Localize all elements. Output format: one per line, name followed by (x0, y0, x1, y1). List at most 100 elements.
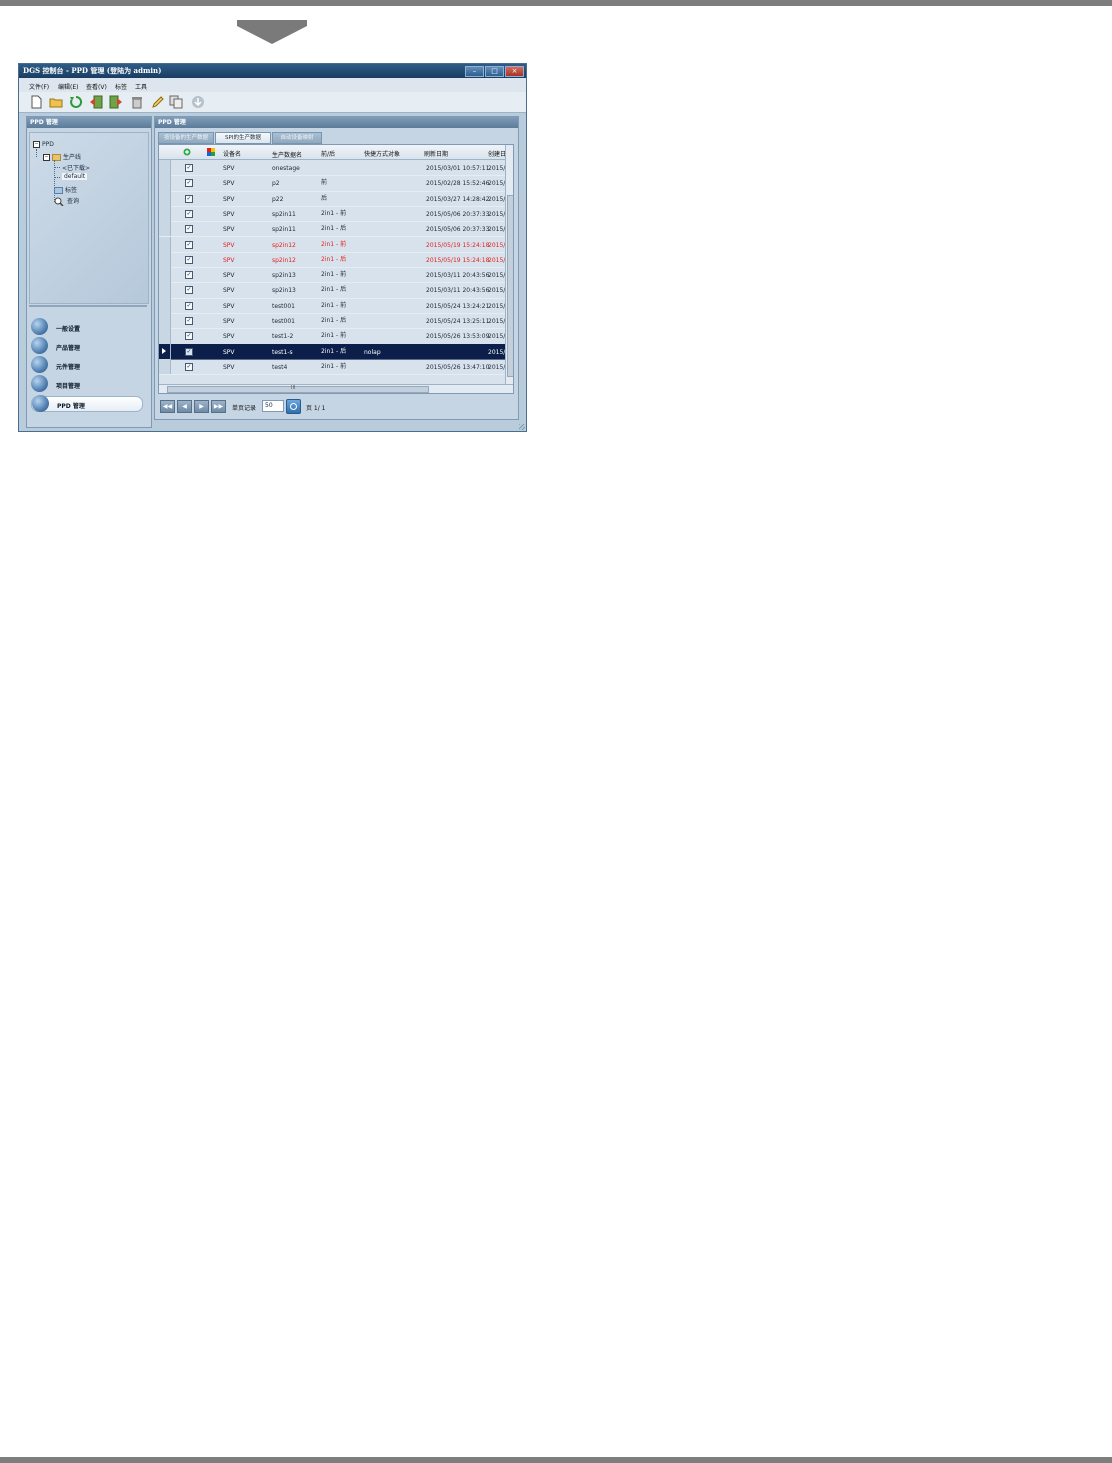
row-checkbox[interactable]: ✓ (185, 240, 193, 249)
tree-node-production-line[interactable]: − 生产线 (43, 152, 81, 161)
nav-product-management[interactable]: 产品管理 (31, 337, 141, 354)
copy-icon[interactable] (169, 95, 183, 109)
row-checkbox[interactable]: ✓ (185, 209, 193, 218)
tree-node-label: PPD (42, 141, 54, 148)
menu-tools[interactable]: 工具 (135, 82, 147, 91)
first-page-button[interactable]: ◀◀ (160, 400, 175, 413)
nav-component-management[interactable]: 元件管理 (31, 356, 141, 373)
column-header-refresh-date[interactable]: 刷新日期 (424, 149, 448, 158)
row-header[interactable] (159, 267, 171, 283)
table-row[interactable]: ✓ SPV test4 2in1 - 前 2015/05/26 13:47:10 2015… (159, 358, 509, 376)
next-page-button[interactable]: ▶ (194, 400, 209, 413)
cell-refresh: 2015/03/11 20:43:56 (426, 272, 490, 280)
new-icon[interactable] (29, 95, 43, 109)
minimize-button[interactable]: – (465, 66, 484, 77)
tree-node-downloaded[interactable]: <已下载> (62, 163, 90, 172)
download-icon[interactable] (191, 95, 205, 109)
export-icon[interactable] (109, 95, 123, 109)
cell-device: SPV (223, 318, 235, 325)
tree-node-tag[interactable]: 标签 (54, 185, 77, 194)
row-checkbox[interactable]: ✓ (185, 286, 193, 295)
color-palette-icon[interactable] (207, 148, 215, 156)
collapse-icon[interactable]: − (33, 141, 40, 148)
tab-device-production-data[interactable]: 按设备的生产数据 (158, 132, 214, 144)
horizontal-scrollbar[interactable]: III (159, 384, 513, 393)
edit-icon[interactable] (151, 95, 165, 109)
row-header[interactable] (159, 358, 171, 375)
import-icon[interactable] (89, 95, 103, 109)
maximize-button[interactable]: □ (485, 66, 504, 77)
row-header[interactable] (159, 221, 171, 237)
table-row[interactable]: ✓ SPV test1-2 2in1 - 前 2015/05/26 13:53:09 20… (159, 328, 509, 345)
menu-file[interactable]: 文件(F) (29, 82, 49, 91)
row-header[interactable] (159, 190, 171, 206)
open-folder-icon[interactable] (49, 95, 63, 109)
row-checkbox[interactable]: ✓ (185, 362, 193, 371)
row-checkbox[interactable]: ✓ (185, 347, 193, 356)
table-row[interactable]: ✓ SPV sp2in11 2in1 - 后 2015/05/06 20:37:33 20… (159, 221, 509, 238)
row-header[interactable] (159, 251, 171, 268)
menu-tag[interactable]: 标签 (115, 82, 127, 91)
vertical-scrollbar[interactable] (505, 145, 513, 385)
table-row[interactable]: ✓ SPV sp2in13 2in1 - 后 2015/03/11 20:43:56 20… (159, 282, 509, 299)
row-checkbox[interactable]: ✓ (185, 271, 193, 280)
row-checkbox[interactable]: ✓ (185, 194, 193, 203)
tab-spi-production-data[interactable]: SPI的生产数据 (215, 132, 271, 144)
row-checkbox[interactable]: ✓ (185, 255, 193, 264)
tree-node-ppd[interactable]: − PPD (33, 141, 54, 148)
table-row[interactable]: ✓ SPV sp2in11 2in1 - 前 2015/05/06 20:37:33 20… (159, 205, 509, 223)
row-header[interactable] (159, 236, 171, 252)
table-row[interactable]: ✓ SPV test001 2in1 - 前 2015/05/24 13:24:21 20… (159, 297, 509, 314)
row-checkbox[interactable]: ✓ (185, 317, 193, 325)
row-header[interactable] (159, 328, 171, 344)
cell-name: test4 (272, 363, 288, 371)
row-header[interactable] (159, 205, 171, 222)
refresh-icon[interactable] (69, 95, 83, 109)
row-header[interactable] (159, 282, 171, 298)
last-page-button[interactable]: ▶▶ (211, 400, 226, 413)
row-checkbox[interactable]: ✓ (185, 301, 193, 310)
add-green-icon[interactable] (183, 148, 191, 156)
delete-icon[interactable] (130, 95, 144, 109)
close-button[interactable]: × (505, 66, 524, 77)
row-checkbox[interactable]: ✓ (185, 332, 193, 341)
table-row[interactable]: ✓ SPV sp2in13 2in1 - 前 2015/03/11 20:43:56 20… (159, 267, 509, 284)
menu-edit[interactable]: 编辑(E) (58, 82, 78, 91)
prev-page-button[interactable]: ◀ (177, 400, 192, 413)
column-header-production-data[interactable]: 生产数据名 (272, 150, 302, 159)
vertical-scroll-thumb[interactable] (507, 195, 513, 377)
table-row[interactable]: ✓ SPV sp2in12 2in1 - 前 2015/05/19 15:24:18 20… (159, 236, 509, 253)
row-checkbox[interactable]: ✓ (185, 164, 193, 172)
column-header-shortcut[interactable]: 快捷方式对象 (364, 149, 400, 158)
row-header[interactable] (159, 343, 171, 359)
row-header[interactable] (159, 160, 171, 176)
table-row[interactable]: ✓ SPV test1-s 2in1 - 后 nolap 2015/0 (159, 343, 509, 360)
refresh-page-button[interactable] (286, 399, 301, 414)
resize-grip-icon[interactable] (519, 424, 525, 430)
menu-view[interactable]: 查看(V) (86, 82, 107, 91)
row-checkbox[interactable]: ✓ (185, 179, 193, 188)
table-row[interactable]: ✓ SPV p22 后 2015/03/27 14:28:42 2015/0 (159, 190, 509, 207)
table-row[interactable]: ✓ SPV p2 前 2015/02/28 15:52:46 2015/0 (159, 175, 509, 192)
row-header[interactable] (159, 297, 171, 313)
collapse-icon[interactable]: − (43, 154, 50, 161)
row-checkbox[interactable]: ✓ (185, 225, 193, 234)
row-header[interactable] (159, 313, 171, 329)
nav-project-management[interactable]: 项目管理 (31, 375, 141, 392)
tree-node-default[interactable]: default (62, 173, 88, 180)
table-row[interactable]: ✓ SPV test001 2in1 - 后 2015/05/24 13:25:11 20… (159, 313, 509, 330)
table-row[interactable]: ✓ SPV onestage 2015/03/01 10:57:11 2015/0 (159, 160, 509, 177)
horizontal-scroll-thumb[interactable] (167, 386, 429, 393)
column-header-side[interactable]: 前/后 (321, 149, 335, 158)
tab-auto-device-mapping[interactable]: 自动设备映射 (272, 132, 322, 144)
column-header-device[interactable]: 设备名 (223, 149, 241, 158)
cell-name: p2 (272, 180, 280, 188)
nav-general-settings[interactable]: 一般设置 (31, 318, 141, 335)
per-page-input[interactable]: 50 (262, 400, 284, 412)
tree-node-query[interactable]: 查询 (54, 196, 79, 207)
nav-ppd-management[interactable]: PPD 管理 (31, 395, 143, 412)
table-row[interactable]: ✓ SPV sp2in12 2in1 - 后 2015/05/19 15:24:18 20… (159, 251, 509, 269)
panel-divider[interactable] (29, 305, 147, 307)
row-header[interactable] (159, 175, 171, 191)
column-header-create-date[interactable]: 创建日 (488, 149, 506, 158)
